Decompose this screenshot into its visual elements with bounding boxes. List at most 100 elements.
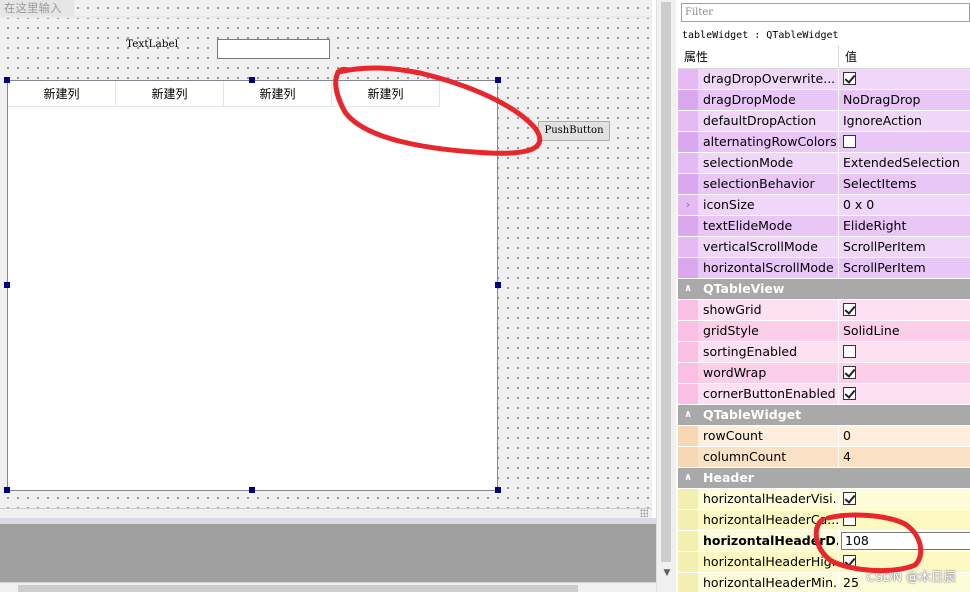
vertical-scrollbar[interactable]: ▼ (656, 0, 676, 592)
property-row[interactable]: verticalScrollMode ScrollPerItem (678, 237, 970, 258)
property-row[interactable]: columnCount 4 (678, 447, 970, 468)
property-value[interactable] (839, 132, 970, 152)
property-name: horizontalScrollMode (698, 258, 839, 278)
line-edit-widget[interactable] (217, 39, 330, 59)
property-checkbox[interactable] (843, 387, 856, 400)
property-row[interactable]: cornerButtonEnabled (678, 384, 970, 405)
property-value[interactable]: 0 x 0 (839, 195, 970, 215)
property-row[interactable]: sortingEnabled (678, 342, 970, 363)
property-row[interactable]: dragDropMode NoDragDrop (678, 90, 970, 111)
property-value[interactable]: NoDragDrop (839, 90, 970, 110)
form-designer-canvas[interactable]: 在这里输入 TextLabel PushButton 新建列 新建列 新建列 新… (0, 0, 652, 518)
property-row[interactable]: › iconSize 0 x 0 (678, 195, 970, 216)
property-value[interactable]: SelectItems (839, 174, 970, 194)
property-section-header[interactable]: ∧ QTableView (678, 279, 970, 300)
property-row[interactable]: selectionMode ExtendedSelection (678, 153, 970, 174)
row-indent (678, 531, 698, 551)
resize-handle-bottom-right[interactable] (495, 487, 501, 493)
property-filter-input[interactable]: Filter (681, 3, 970, 22)
property-value[interactable]: 108 (839, 531, 970, 551)
property-row[interactable]: defaultDropAction IgnoreAction (678, 111, 970, 132)
property-checkbox[interactable] (843, 555, 856, 568)
size-grip-icon[interactable] (640, 509, 648, 517)
property-checkbox[interactable] (843, 366, 856, 379)
property-checkbox[interactable] (843, 492, 856, 505)
row-indent (678, 216, 698, 236)
property-value[interactable] (839, 342, 970, 362)
table-header-column[interactable]: 新建列 (332, 81, 440, 107)
property-name: rowCount (698, 426, 839, 446)
horizontal-scrollbar-thumb[interactable] (18, 585, 578, 592)
property-value[interactable]: ExtendedSelection (839, 153, 970, 173)
property-name: alternatingRowColors (698, 132, 839, 152)
property-row[interactable]: selectionBehavior SelectItems (678, 174, 970, 195)
property-row[interactable]: horizontalHeaderCa... (678, 510, 970, 531)
table-header-column[interactable]: 新建列 (116, 81, 224, 107)
property-value-text: ExtendedSelection (843, 155, 960, 170)
property-value[interactable] (839, 489, 970, 509)
property-value[interactable] (839, 510, 970, 530)
property-value[interactable] (839, 69, 970, 89)
resize-handle-top-right[interactable] (495, 77, 501, 83)
property-checkbox[interactable] (843, 135, 856, 148)
property-checkbox[interactable] (843, 303, 856, 316)
property-row[interactable]: horizontalHeaderD... 108 (678, 531, 970, 552)
row-indent (678, 237, 698, 257)
property-row[interactable]: horizontalScrollMode ScrollPerItem (678, 258, 970, 279)
resize-handle-left[interactable] (4, 282, 10, 288)
property-row[interactable]: rowCount 0 (678, 426, 970, 447)
property-section-header[interactable]: ∧ Header (678, 468, 970, 489)
table-header-column[interactable]: 新建列 (8, 81, 116, 107)
property-value[interactable]: SolidLine (839, 321, 970, 341)
section-title: QTableView (703, 281, 785, 296)
property-section-header[interactable]: ∧ QTableWidget (678, 405, 970, 426)
property-value[interactable]: 0 (839, 426, 970, 446)
table-widget[interactable]: 新建列 新建列 新建列 新建列 (7, 80, 498, 491)
table-header-column[interactable]: 新建列 (224, 81, 332, 107)
value-column-header[interactable]: 值 (839, 45, 970, 68)
resize-handle-bottom[interactable] (249, 487, 255, 493)
property-value[interactable] (839, 384, 970, 404)
property-checkbox[interactable] (843, 513, 856, 526)
property-row[interactable]: gridStyle SolidLine (678, 321, 970, 342)
push-button-widget[interactable]: PushButton (538, 121, 610, 141)
property-checkbox[interactable] (843, 345, 856, 358)
property-name: textElideMode (698, 216, 839, 236)
property-value[interactable] (839, 300, 970, 320)
resize-handle-right[interactable] (495, 282, 501, 288)
property-rows: dragDropOverwrite... dragDropMode NoDragDr… (678, 69, 970, 592)
property-name: columnCount (698, 447, 839, 467)
property-row[interactable]: textElideMode ElideRight (678, 216, 970, 237)
property-value[interactable]: ScrollPerItem (839, 237, 970, 257)
property-row[interactable]: wordWrap (678, 363, 970, 384)
vertical-scrollbar-thumb[interactable] (661, 2, 671, 562)
property-row[interactable]: horizontalHeaderVisi... (678, 489, 970, 510)
property-value[interactable]: ScrollPerItem (839, 258, 970, 278)
text-label-widget[interactable]: TextLabel (126, 38, 178, 50)
property-value[interactable] (839, 363, 970, 383)
collapse-arrow-icon[interactable]: ∧ (678, 279, 698, 299)
scroll-down-arrow-icon[interactable]: ▼ (660, 566, 674, 580)
property-checkbox[interactable] (843, 72, 856, 85)
property-value[interactable]: 4 (839, 447, 970, 467)
horizontal-scrollbar[interactable] (0, 582, 656, 592)
property-name: horizontalHeaderHig... (698, 552, 839, 572)
property-column-header[interactable]: 属性 (678, 45, 839, 68)
property-value-text: ScrollPerItem (843, 239, 926, 254)
property-value-editor[interactable]: 108 (841, 532, 970, 550)
collapse-arrow-icon[interactable]: ∧ (678, 468, 698, 488)
property-row[interactable]: showGrid (678, 300, 970, 321)
property-value[interactable]: ElideRight (839, 216, 970, 236)
row-indent (678, 363, 698, 383)
property-value-text: ElideRight (843, 218, 907, 233)
expand-arrow-icon[interactable]: › (678, 195, 698, 215)
property-row[interactable]: dragDropOverwrite... (678, 69, 970, 90)
property-value[interactable]: IgnoreAction (839, 111, 970, 131)
collapse-arrow-icon[interactable]: ∧ (678, 405, 698, 425)
property-name: selectionMode (698, 153, 839, 173)
property-row[interactable]: alternatingRowColors (678, 132, 970, 153)
resize-handle-top-left[interactable] (4, 77, 10, 83)
resize-handle-top[interactable] (249, 77, 255, 83)
resize-handle-bottom-left[interactable] (4, 487, 10, 493)
menu-bar-placeholder[interactable]: 在这里输入 (0, 0, 74, 16)
